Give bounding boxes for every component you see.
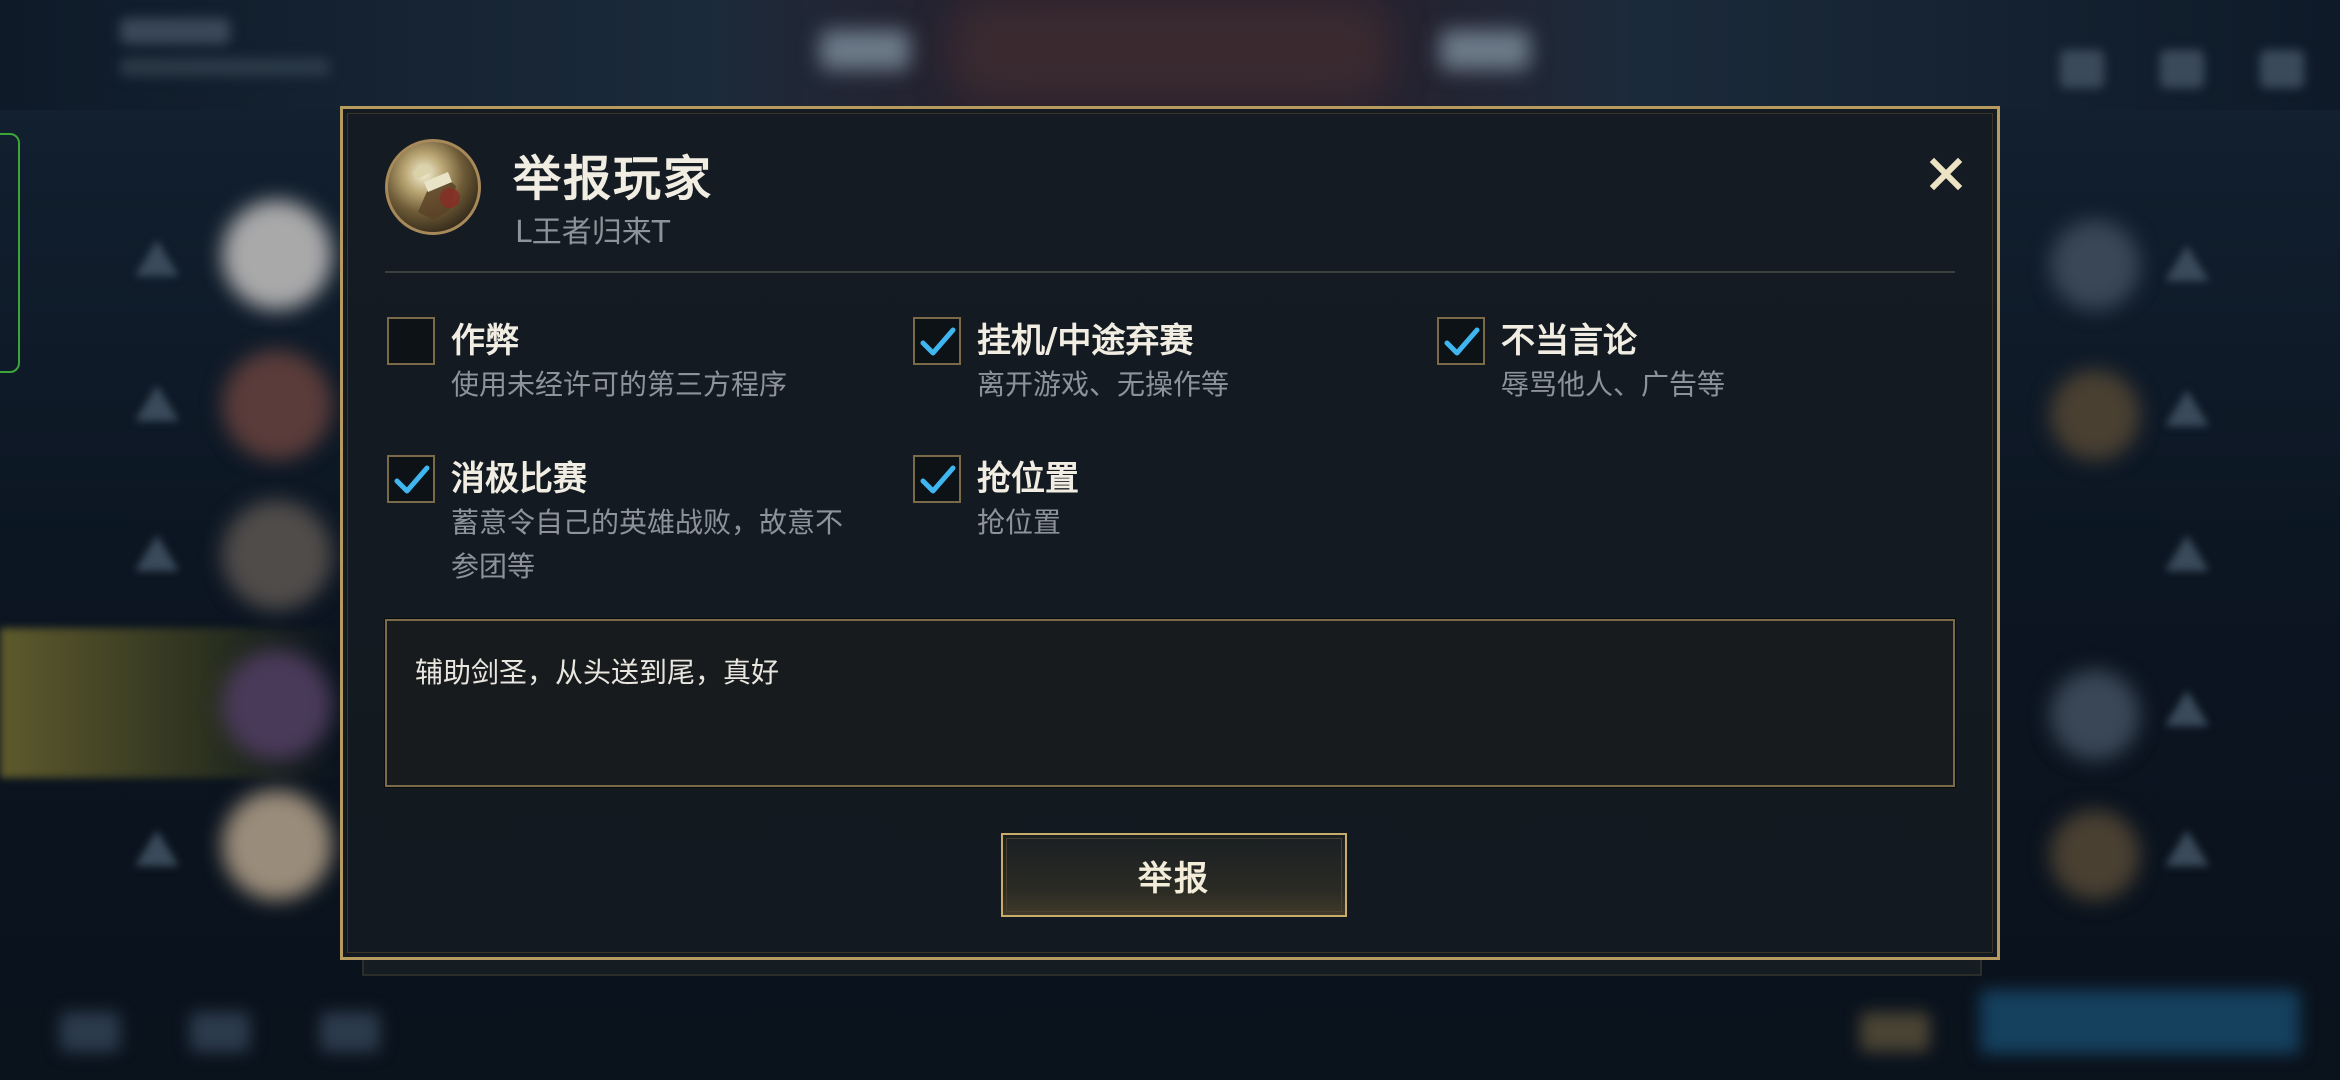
checkmark-icon [920,327,956,356]
checkmark-icon [1444,327,1480,356]
dialog-shadow [362,958,1982,976]
option-description: 蓄意令自己的英雄战败，故意不参团等 [451,506,844,583]
report-comment-text: 辅助剑圣，从头送到尾，真好 [415,656,780,689]
option-description: 辱骂他人、广告等 [1501,368,1726,401]
checkbox-cheating[interactable] [387,317,435,365]
checkbox-negative-play[interactable] [387,455,435,503]
background-left-tab [0,133,20,373]
checkmark-icon [920,465,956,494]
submit-report-button[interactable]: 举报 [1001,833,1347,917]
dialog-title: 举报玩家 [513,151,714,207]
option-description: 离开游戏、无操作等 [977,368,1230,401]
close-icon [1929,157,1963,191]
option-label: 作弊 [451,321,519,361]
option-label: 抢位置 [977,459,1079,499]
background-header [0,0,2340,110]
option-label: 挂机/中途弃赛 [977,321,1194,361]
option-label: 消极比赛 [451,459,587,499]
checkbox-afk[interactable] [913,317,961,365]
option-description: 使用未经许可的第三方程序 [451,368,788,401]
player-name: L王者归来T [515,215,671,250]
option-description: 抢位置 [977,506,1062,539]
checkbox-position-stealing[interactable] [913,455,961,503]
close-button[interactable] [1921,149,1971,199]
checkmark-icon [394,465,430,494]
checkbox-inappropriate-speech[interactable] [1437,317,1485,365]
report-comment-input[interactable]: 辅助剑圣，从头送到尾，真好 [384,618,1956,788]
header-divider [385,271,1955,273]
report-player-dialog: 举报玩家 L王者归来T 作弊 使用未经许可的第三方程序 挂机/中途弃赛 离开游戏… [340,106,2000,960]
player-avatar [385,139,481,235]
option-label: 不当言论 [1501,321,1637,361]
